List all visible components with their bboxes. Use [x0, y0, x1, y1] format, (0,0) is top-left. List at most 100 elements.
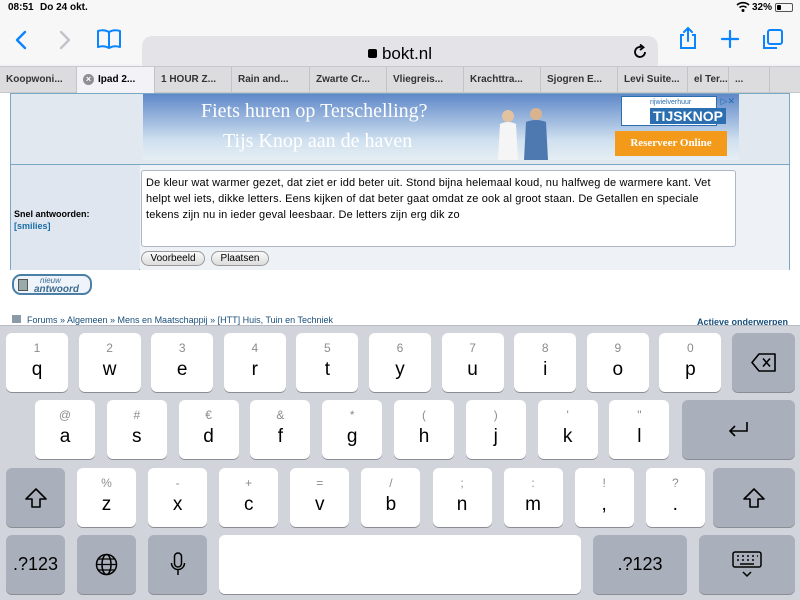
key-j[interactable]: ) j: [465, 400, 526, 459]
logo-big: TIJSKNOP: [650, 108, 727, 124]
key-n[interactable]: ; n: [432, 468, 492, 527]
key-primary-label: ,: [601, 494, 607, 515]
adchoices-icon[interactable]: ▷✕: [721, 96, 735, 107]
browser-tab[interactable]: Rain and...: [232, 67, 310, 93]
new-tab-icon[interactable]: [720, 29, 740, 49]
shift-left-key[interactable]: [6, 468, 65, 527]
key-secondary-label: 4: [251, 341, 259, 355]
key-a[interactable]: @ a: [35, 400, 95, 459]
reply-textarea[interactable]: De kleur wat warmer gezet, dat ziet er i…: [141, 170, 736, 247]
key-secondary-label: 2: [106, 341, 113, 355]
forward-icon[interactable]: [58, 30, 72, 50]
wifi-icon: [736, 1, 750, 12]
key-primary-label: b: [385, 494, 397, 515]
browser-tab[interactable]: Koopwoni...: [0, 67, 77, 93]
reserve-online-button[interactable]: Reserveer Online: [615, 131, 727, 156]
hide-keyboard-key[interactable]: [699, 535, 795, 594]
reload-icon[interactable]: [632, 44, 648, 60]
key-z[interactable]: % z: [77, 468, 136, 527]
key-b[interactable]: / b: [361, 468, 421, 527]
dictation-key[interactable]: [148, 535, 207, 594]
home-icon[interactable]: [12, 315, 21, 323]
key-primary-label: p: [685, 359, 696, 380]
tabs-overview-icon[interactable]: [762, 28, 784, 50]
smilies-link[interactable]: [smilies]: [14, 221, 51, 231]
key-p[interactable]: 0p: [659, 333, 722, 392]
browser-tab[interactable]: Levi Suite...: [618, 67, 688, 93]
key-c[interactable]: + c: [219, 468, 279, 527]
breadcrumb-text[interactable]: Forums » Algemeen » Mens en Maatschappij…: [27, 315, 333, 325]
tab-label: ...: [735, 74, 744, 85]
browser-tab[interactable]: el Ter...: [688, 67, 729, 93]
key-o[interactable]: 9o: [586, 333, 649, 392]
key-primary-label: a: [59, 426, 71, 447]
key-primary-label: e: [176, 359, 188, 380]
key-h[interactable]: (h: [394, 400, 454, 459]
space-key[interactable]: [219, 535, 581, 594]
key-primary-label: l: [637, 426, 642, 447]
numbers-key-left[interactable]: .?123: [6, 535, 65, 594]
key-g[interactable]: * g: [322, 400, 383, 459]
quick-reply-label: Snel antwoorden:: [14, 209, 90, 219]
key-i[interactable]: 8i: [514, 333, 577, 392]
advertisement-banner[interactable]: Fiets huren op Terschelling? Tijs Knop a…: [143, 94, 739, 160]
key-k[interactable]: ' k: [537, 400, 598, 459]
shift-right-key[interactable]: [713, 468, 795, 527]
key-f[interactable]: & f: [250, 400, 311, 459]
share-icon[interactable]: [678, 26, 698, 50]
new-reply-button[interactable]: nieuw antwoord: [12, 274, 92, 295]
key-l[interactable]: " l: [609, 400, 670, 459]
browser-tab[interactable]: Sjogren E...: [541, 67, 618, 93]
key-w[interactable]: 2w: [78, 333, 141, 392]
ad-subline: Tijs Knop aan de haven: [223, 130, 413, 152]
return-key[interactable]: [682, 400, 795, 459]
key-secondary-label: @: [58, 408, 72, 422]
browser-tab[interactable]: Zwarte Cr...: [310, 67, 387, 93]
key-comma[interactable]: !,: [574, 468, 634, 527]
bookmarks-icon[interactable]: [96, 28, 122, 50]
status-time: 08:51: [8, 2, 34, 13]
key-d[interactable]: € d: [178, 400, 239, 459]
key-primary-label: y: [395, 359, 405, 380]
browser-toolbar: bokt.nl: [0, 16, 800, 72]
preview-button[interactable]: Voorbeeld: [141, 251, 205, 266]
reply-label-cell: Snel antwoorden: [smilies]: [11, 165, 139, 270]
key-secondary-label: =: [316, 476, 324, 490]
browser-tab[interactable]: × Ipad 2...: [77, 67, 155, 93]
breadcrumb[interactable]: Forums » Algemeen » Mens en Maatschappij…: [12, 315, 333, 325]
backspace-key[interactable]: [732, 333, 795, 392]
url-text: bokt.nl: [381, 44, 433, 63]
key-primary-label: x: [172, 494, 183, 515]
browser-tab[interactable]: Krachttra...: [464, 67, 541, 93]
globe-key[interactable]: [77, 535, 136, 594]
key-q[interactable]: 1q: [6, 333, 68, 392]
key-y[interactable]: 6y: [369, 333, 431, 392]
key-m[interactable]: :m: [503, 468, 563, 527]
active-topics-link[interactable]: Actieve onderwerpen: [697, 317, 788, 325]
key-primary-label: o: [612, 359, 624, 380]
numbers-key-label: .?123: [617, 554, 663, 574]
tab-label: el Ter...: [694, 74, 728, 85]
browser-tab[interactable]: 1 HOUR Z...: [155, 67, 232, 93]
key-period[interactable]: ?.: [645, 468, 705, 527]
key-primary-label: s: [132, 426, 142, 447]
key-x[interactable]: -x: [148, 468, 208, 527]
key-s[interactable]: # s: [106, 400, 167, 459]
key-r[interactable]: 4r: [223, 333, 286, 392]
post-button[interactable]: Plaatsen: [211, 251, 269, 266]
key-secondary-label: €: [205, 408, 212, 422]
browser-tab[interactable]: Vliegreis...: [387, 67, 464, 93]
key-e[interactable]: 3e: [151, 333, 214, 392]
close-tab-icon[interactable]: ×: [83, 74, 94, 85]
key-primary-label: g: [346, 426, 358, 447]
key-u[interactable]: 7u: [441, 333, 504, 392]
numbers-key-right[interactable]: .?123: [593, 535, 687, 594]
browser-tab[interactable]: ...: [729, 67, 770, 93]
tijsknop-logo: rijwielverhuur TIJSKNOP: [621, 96, 727, 126]
back-icon[interactable]: [14, 30, 28, 50]
lock-icon: [367, 49, 377, 58]
key-secondary-label: ;: [460, 476, 464, 490]
key-secondary-label: &: [276, 408, 285, 422]
key-v[interactable]: = v: [290, 468, 350, 527]
key-t[interactable]: 5t: [296, 333, 359, 392]
